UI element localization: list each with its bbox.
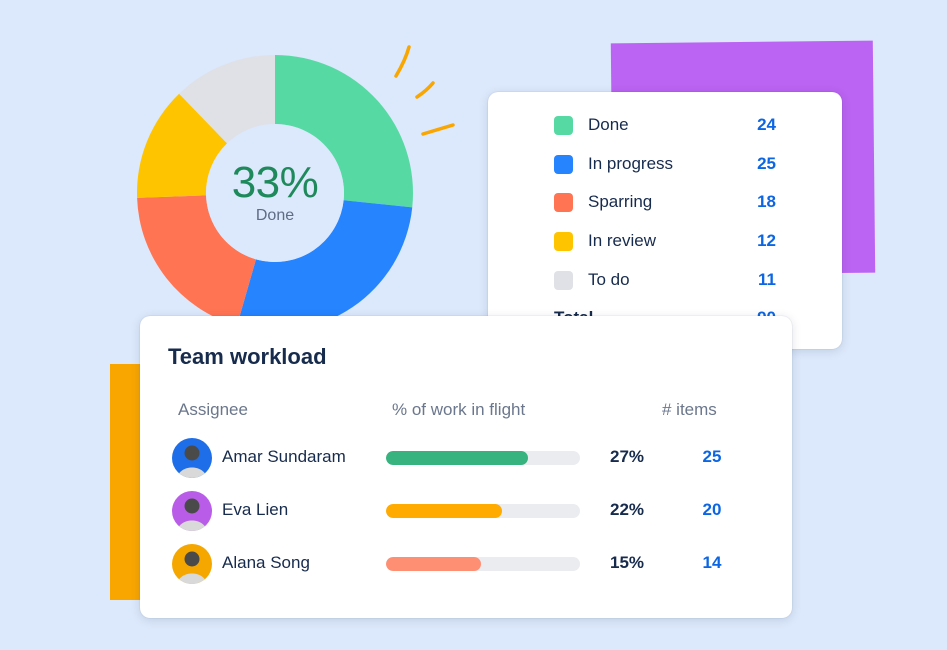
legend-value: 12	[757, 231, 776, 250]
legend-value: 24	[757, 115, 776, 134]
work-percent: 27%	[610, 447, 645, 466]
legend-swatch	[554, 192, 573, 212]
legend-swatch	[554, 154, 573, 174]
work-percent: 15%	[610, 553, 645, 572]
status-donut-chart: 33% Done	[136, 54, 414, 332]
status-legend-card: Done 24 In progress 25 Sparring 18 In re…	[488, 92, 842, 349]
assignee-name: Amar Sundaram	[222, 447, 346, 466]
avatar	[172, 491, 212, 531]
column-header-work-in-flight: % of work in flight	[392, 400, 526, 419]
workload-row: Alana Song 15% 14	[172, 544, 772, 584]
legend-swatch	[554, 231, 573, 251]
legend-label: Sparring	[588, 192, 653, 211]
progress-track	[386, 504, 580, 518]
column-header-assignee: Assignee	[178, 400, 248, 419]
item-count: 25	[702, 447, 722, 466]
progress-fill	[386, 504, 503, 518]
legend-item-sparring: Sparring 18	[554, 191, 776, 213]
progress-track	[386, 451, 580, 465]
legend-label: To do	[588, 270, 630, 289]
item-count: 20	[702, 500, 722, 519]
legend-label: In review	[588, 231, 657, 250]
workload-row: Eva Lien 22% 20	[172, 491, 772, 531]
progress-fill	[386, 557, 482, 571]
legend-item-in-review: In review 12	[554, 230, 776, 252]
donut-svg	[137, 55, 413, 331]
work-percent: 22%	[610, 500, 645, 519]
avatar	[172, 544, 212, 584]
avatar	[172, 438, 212, 478]
legend-item-to-do: To do 11	[554, 269, 776, 291]
donut-hole	[206, 124, 344, 262]
legend-label: In progress	[588, 154, 674, 173]
progress-fill	[386, 451, 528, 465]
column-header-items: # items	[662, 400, 717, 419]
legend-value: 11	[758, 270, 776, 289]
legend-label: Done	[588, 115, 629, 134]
legend-swatch	[554, 270, 573, 290]
sparkle-decor	[394, 45, 455, 136]
assignee-name: Eva Lien	[222, 500, 289, 519]
legend-value: 18	[757, 192, 776, 211]
workload-row: Amar Sundaram 27% 25	[172, 438, 772, 478]
legend-value: 25	[757, 154, 776, 173]
legend-swatch	[554, 115, 573, 135]
legend-item-done: Done 24	[554, 114, 776, 136]
legend-item-in-progress: In progress 25	[554, 153, 776, 175]
card-title: Team workload	[168, 344, 327, 369]
team-workload-card: Team workload Assignee % of work in flig…	[140, 316, 792, 618]
progress-track	[386, 557, 580, 571]
item-count: 14	[702, 553, 722, 572]
assignee-name: Alana Song	[222, 553, 310, 572]
